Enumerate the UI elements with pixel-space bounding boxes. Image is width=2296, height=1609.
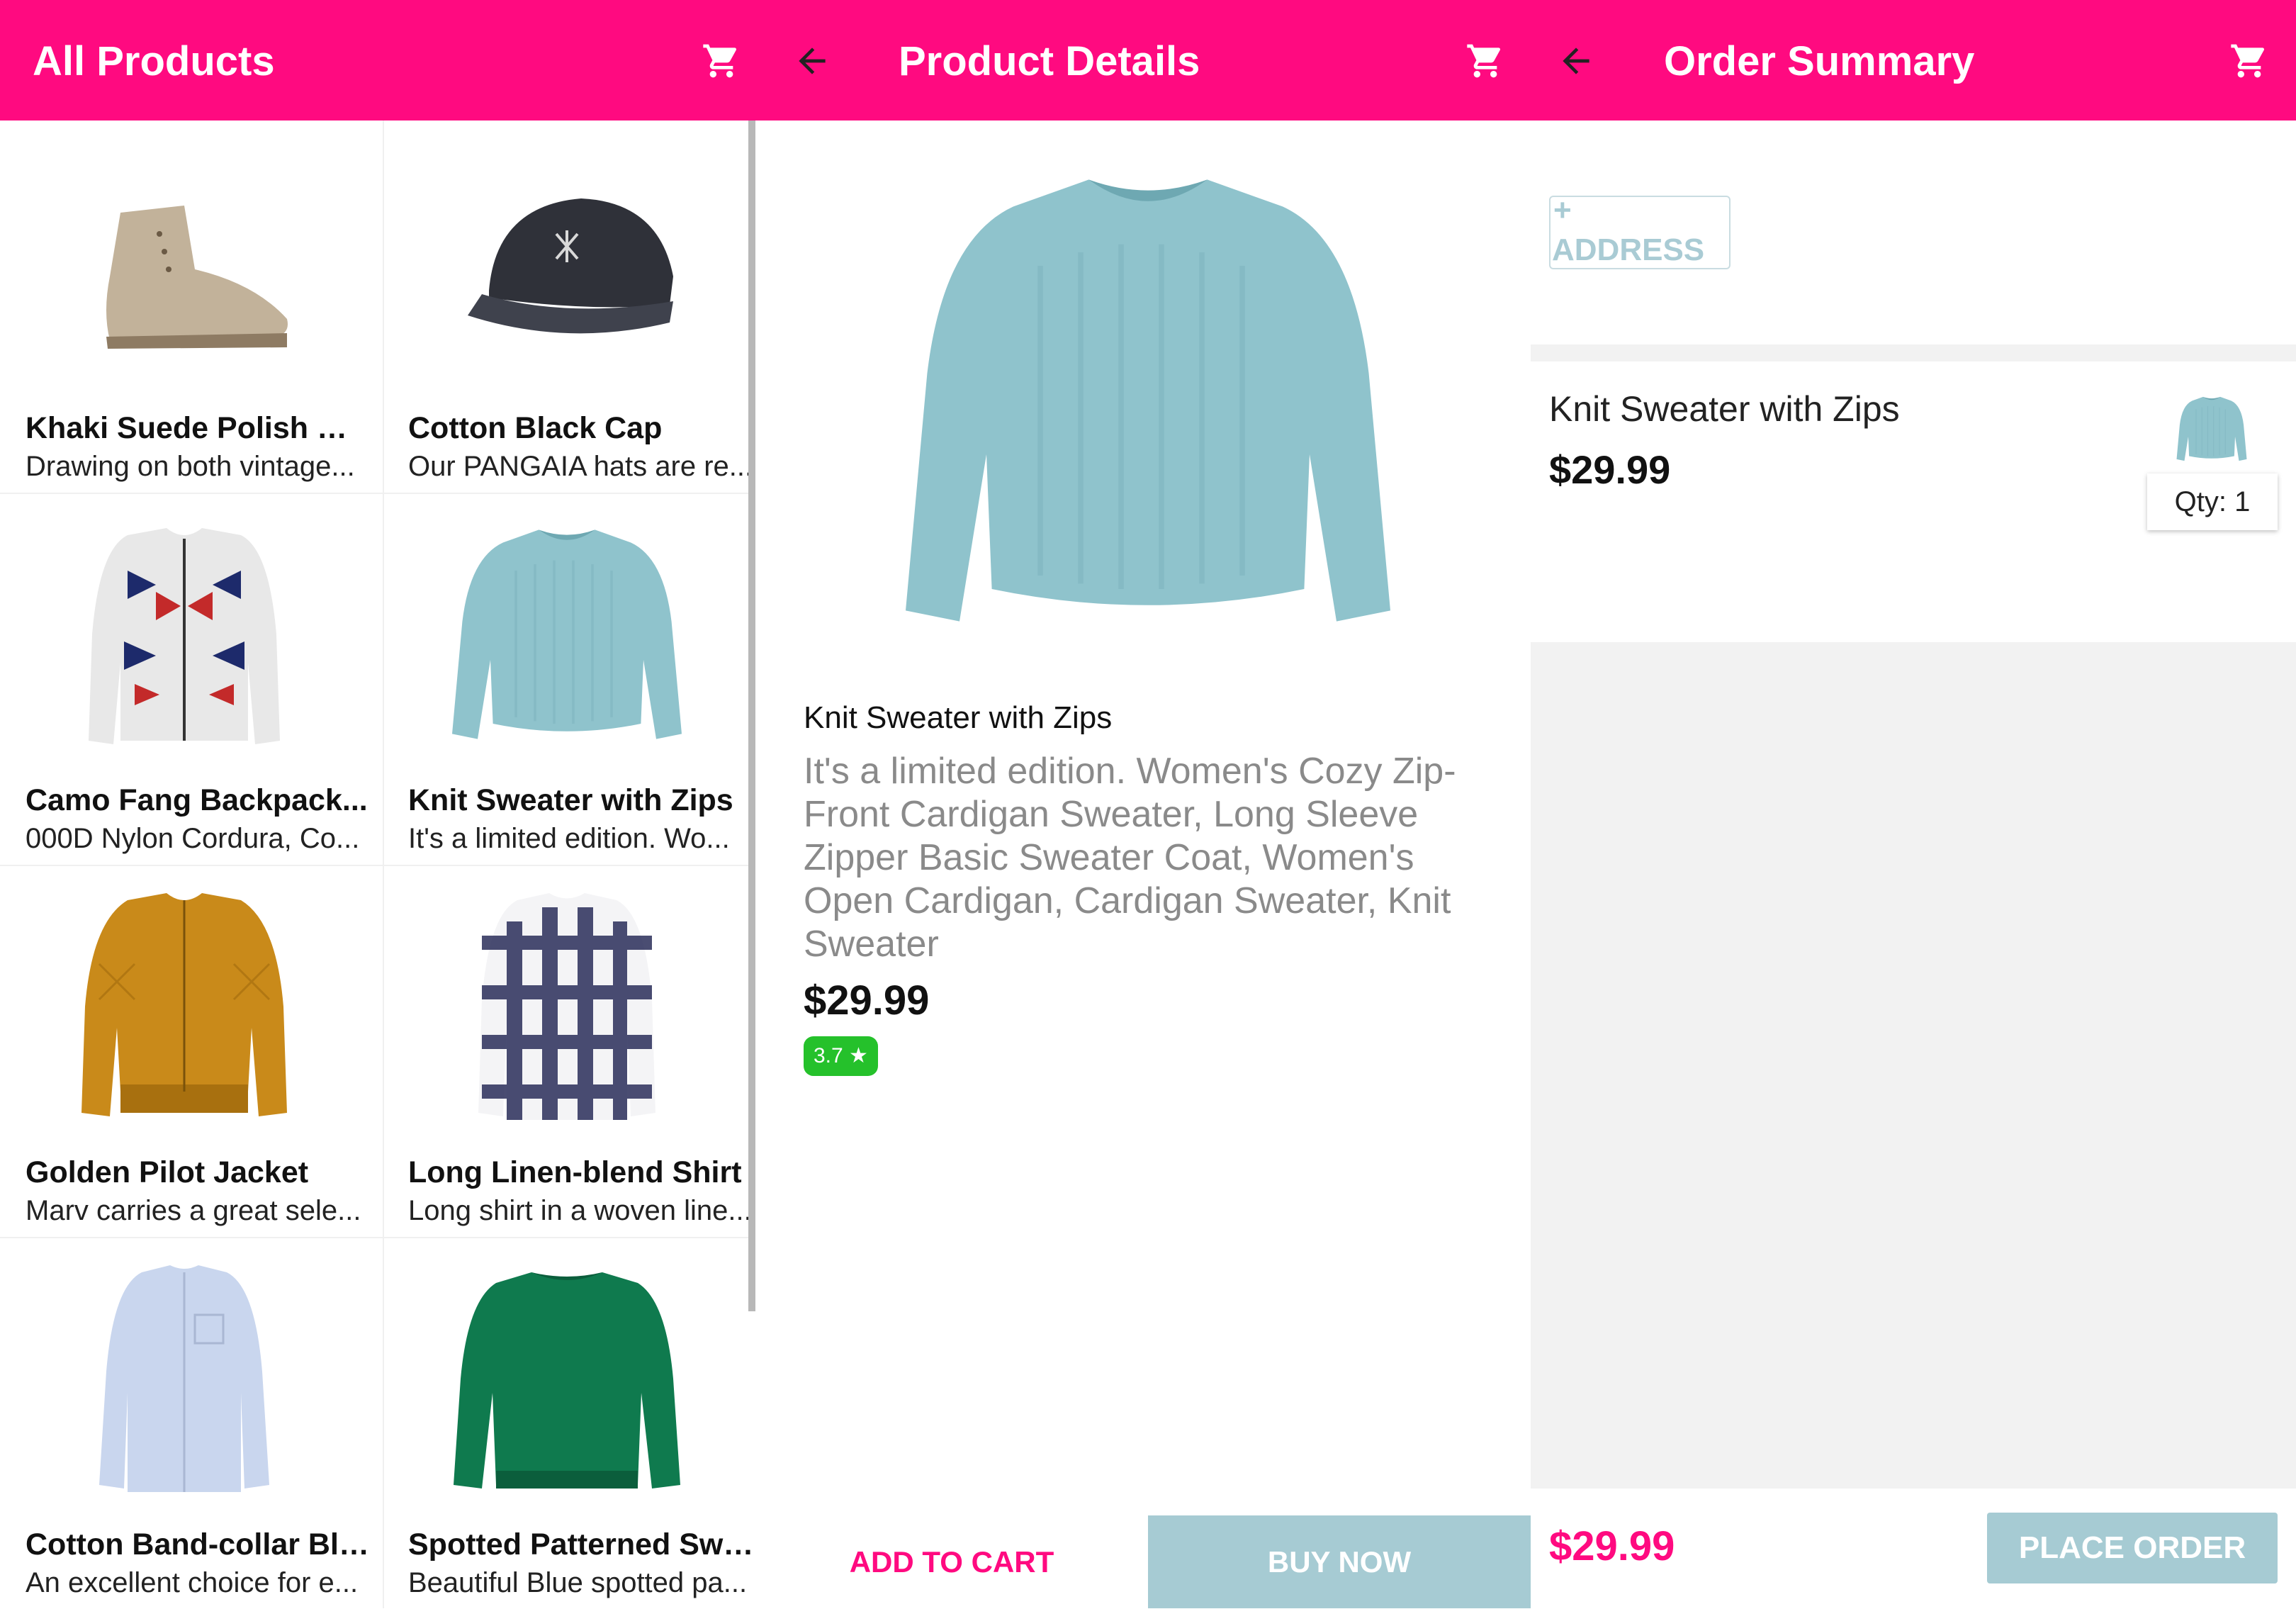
grid-scrollbar[interactable] [748,120,755,1311]
product-hero-image [879,120,1417,680]
product-card[interactable]: Golden Pilot Jacket Marv carries a great… [0,865,368,1237]
product-image-pilot-jacket [43,879,326,1134]
cart-icon[interactable] [702,41,741,81]
product-card[interactable]: Long Linen-blend Shirt Long shirt in a w… [383,865,752,1237]
product-name: Cotton Black Cap [408,411,663,445]
add-address-button[interactable]: + ADDRESS [1549,193,1731,269]
product-card[interactable]: Spotted Patterned Swe... Beautiful Blue … [383,1237,755,1609]
order-item-price: $29.99 [1549,447,1671,492]
product-image-jacket-pattern [43,507,326,762]
product-description: Long shirt in a woven line... [408,1195,752,1226]
product-image-sweater [425,507,709,762]
product-card[interactable]: Knit Sweater with Zips It's a limited ed… [383,493,751,865]
product-description: Marv carries a great sele... [26,1195,361,1226]
product-image-plaid-shirt [425,879,709,1134]
product-name: Knit Sweater with Zips [408,783,733,817]
product-image-blouse [43,1251,326,1506]
buy-now-button[interactable]: BUY NOW [1148,1515,1531,1608]
product-description: Drawing on both vintage... [26,451,355,482]
arrow-left-icon[interactable] [1556,41,1596,81]
place-order-button[interactable]: PLACE ORDER [1987,1513,2278,1583]
product-name: Cotton Band-collar Blo... [26,1527,373,1562]
product-name: Long Linen-blend Shirt [408,1155,742,1189]
product-description: An excellent choice for e... [26,1567,359,1598]
product-details-title: Product Details [899,38,1200,84]
products-title: All Products [33,38,275,84]
order-total: $29.99 [1549,1523,1675,1569]
product-description: It's a limited edition. Wo... [408,823,730,854]
arrow-left-icon[interactable] [792,41,832,81]
product-card[interactable]: Camo Fang Backpack... 000D Nylon Cordura… [0,493,368,865]
product-card[interactable]: Cotton Black Cap Our PANGAIA hats are re… [383,120,753,493]
product-name: Knit Sweater with Zips [804,700,1113,735]
add-address-label: ADDRESS [1552,232,1705,267]
add-to-cart-button[interactable]: ADD TO CART [755,1515,1148,1608]
product-name: Khaki Suede Polish Wo... [26,411,373,445]
product-image-green-sweater [425,1251,709,1506]
order-item-thumbnail [2173,383,2251,475]
order-summary-title: Order Summary [1664,38,1975,84]
plus-icon: + [1553,193,1572,228]
product-description: It's a limited edition. Women's Cozy Zip… [804,751,1456,965]
product-name: Camo Fang Backpack... [26,783,368,817]
product-description: Beautiful Blue spotted pa... [408,1567,748,1598]
product-card[interactable]: Cotton Band-collar Blo... An excellent c… [0,1237,373,1609]
cart-icon[interactable] [2229,41,2269,81]
product-name: Golden Pilot Jacket [26,1155,309,1189]
product-description: 000D Nylon Cordura, Co... [26,823,360,854]
product-price: $29.99 [804,977,930,1024]
product-name: Spotted Patterned Swe... [408,1527,755,1562]
product-description: Our PANGAIA hats are re... [408,451,753,482]
product-card[interactable]: Khaki Suede Polish Wo... Drawing on both… [0,120,373,493]
rating-badge: 3.7 ★ [804,1036,878,1076]
product-image-boot [43,135,326,390]
order-item-name: Knit Sweater with Zips [1549,389,1900,429]
product-image-cap [425,135,709,390]
quantity-selector[interactable]: Qty: 1 [2147,473,2278,530]
cart-icon[interactable] [1465,41,1505,81]
